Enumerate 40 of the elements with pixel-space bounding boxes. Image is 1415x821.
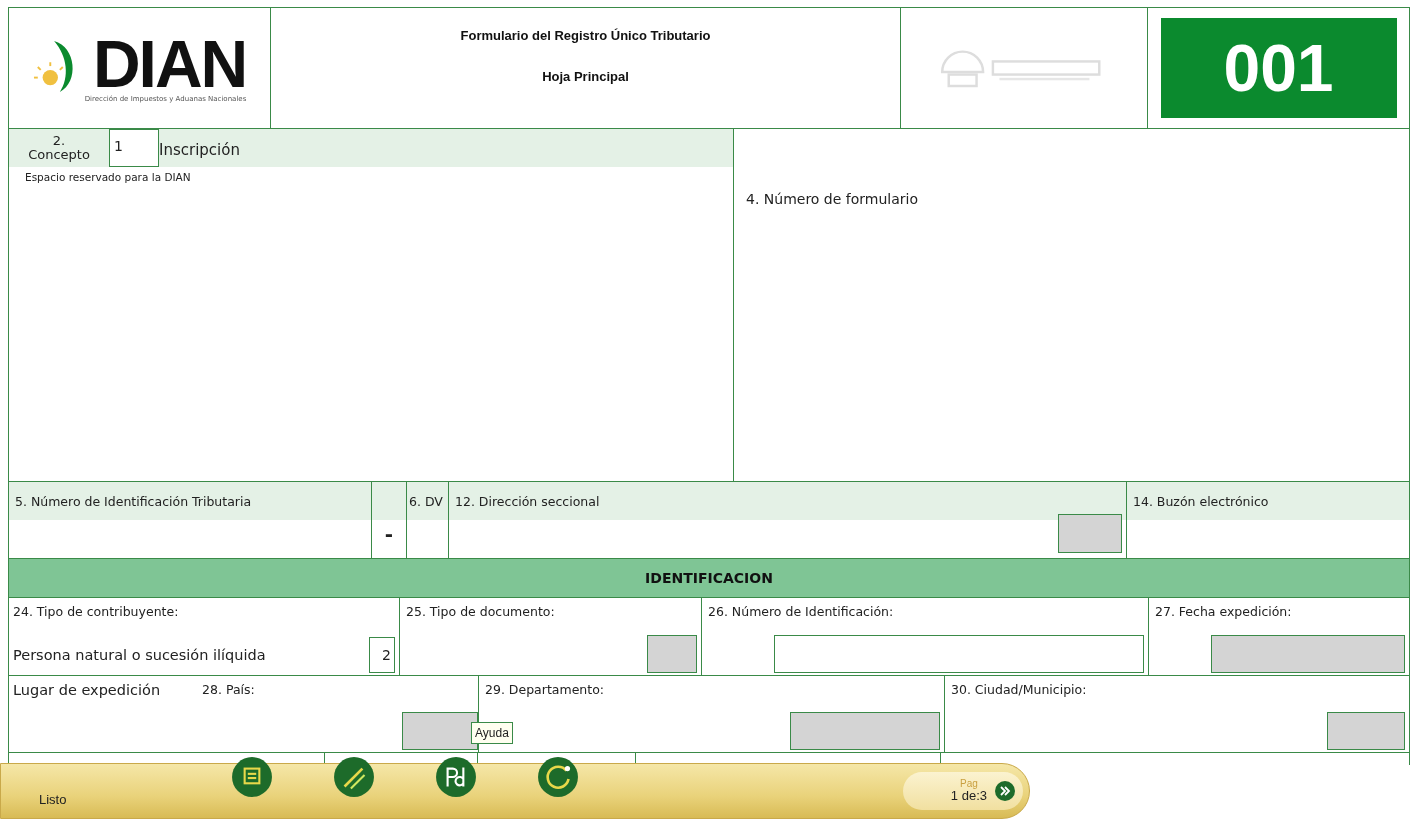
concept-value: Inscripción [159,140,240,159]
input-field[interactable] [1058,514,1122,553]
field-label: 4. Número de formulario [746,191,918,207]
page-label: Pag [960,779,978,789]
logo-text: DIAN [92,33,247,95]
page-number: 1 de:3 [950,789,987,803]
field-label: 30. Ciudad/Municipio: [951,682,1088,697]
field-label: 6. DV [409,493,443,509]
input-field[interactable] [790,712,940,750]
input-field[interactable] [1327,712,1405,750]
field-label: 14. Buzón electrónico [1133,493,1269,509]
concept-label: 2. Concepto [27,132,91,162]
section-header: IDENTIFICACION [9,558,1409,598]
field-label: 25. Tipo de documento: [406,604,556,619]
concept-code-field[interactable]: 1 [109,129,159,167]
field-label: 12. Dirección seccional [455,493,600,509]
input-field[interactable] [774,635,1144,673]
separator-dash: - [383,522,395,546]
next-page-button[interactable] [995,781,1015,801]
field-label: 5. Número de Identificación Tributaria [15,493,252,509]
pdf-icon[interactable] [435,756,477,798]
field-label: 24. Tipo de contribuyente: [13,604,180,619]
magic-wand-icon[interactable] [333,756,375,798]
field-label: 26. Número de Identificación: [708,604,895,619]
form-subtitle: Hoja Principal [542,69,629,84]
input-field[interactable] [1211,635,1405,673]
group-label: Lugar de expedición [13,682,161,698]
form-number-badge: 001 [1160,18,1397,118]
field-value: Persona natural o sucesión ilíquida [13,647,266,663]
field-label: 28. País: [202,682,255,697]
field-label: 27. Fecha expedición: [1155,604,1293,619]
form-title: Formulario del Registro Único Tributario [460,28,711,43]
tooltip: Ayuda [471,722,513,744]
input-field[interactable] [647,635,697,673]
field-label: 29. Departamento: [485,682,605,697]
reserved-note: Espacio reservado para la DIAN [24,170,192,185]
refresh-icon[interactable] [537,756,579,798]
code-field[interactable]: 2 [369,637,395,673]
status-text: Listo [39,792,67,807]
document-icon[interactable] [231,756,273,798]
